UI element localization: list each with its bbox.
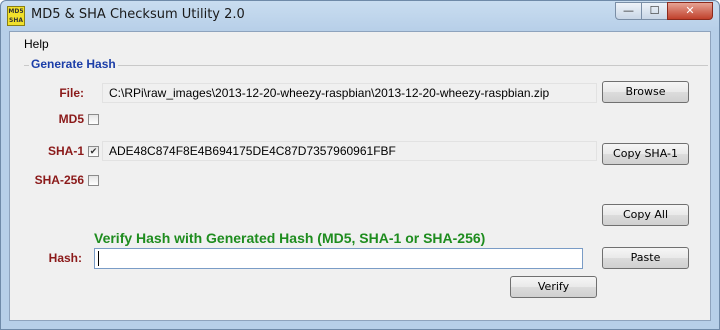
paste-button[interactable]: Paste: [602, 247, 689, 269]
verify-button[interactable]: Verify: [510, 276, 597, 298]
menu-help[interactable]: Help: [24, 37, 49, 51]
browse-button[interactable]: Browse: [602, 81, 689, 103]
app-icon-text-sha: SHA: [9, 17, 23, 24]
generate-hash-group: Generate Hash File: C:\RPi\raw_images\20…: [24, 57, 708, 315]
maximize-button[interactable]: ☐: [641, 2, 668, 20]
sha256-label: SHA-256: [34, 173, 84, 187]
text-caret: [98, 251, 99, 266]
verify-heading: Verify Hash with Generated Hash (MD5, SH…: [94, 230, 486, 246]
md5-checkbox[interactable]: [88, 114, 99, 125]
file-path-field[interactable]: C:\RPi\raw_images\2013-12-20-wheezy-rasp…: [102, 83, 597, 103]
app-window: MD5 SHA MD5 & SHA Checksum Utility 2.0 —…: [0, 0, 720, 330]
maximize-icon: ☐: [649, 4, 660, 17]
app-icon-text-md5: MD5: [8, 8, 24, 15]
close-icon: ✕: [685, 4, 695, 17]
minimize-icon: —: [623, 4, 634, 17]
app-icon: MD5 SHA: [7, 6, 25, 26]
hash-input[interactable]: [94, 248, 583, 269]
title-bar[interactable]: MD5 SHA MD5 & SHA Checksum Utility 2.0 —…: [1, 1, 719, 31]
minimize-button[interactable]: —: [615, 2, 642, 20]
window-title: MD5 & SHA Checksum Utility 2.0: [31, 7, 245, 22]
client-area: Help Generate Hash File: C:\RPi\raw_imag…: [9, 31, 711, 321]
menu-bar: Help: [10, 32, 710, 54]
sha1-checkbox[interactable]: ✔: [88, 146, 99, 157]
group-title: Generate Hash: [29, 57, 118, 71]
close-button[interactable]: ✕: [667, 2, 713, 20]
hash-label: Hash:: [48, 251, 82, 265]
copy-sha1-button[interactable]: Copy SHA-1: [602, 143, 689, 165]
copy-all-button[interactable]: Copy All: [602, 204, 689, 226]
sha1-hash-field[interactable]: ADE48C874F8E4B694175DE4C87D7357960961FBF: [102, 141, 597, 161]
md5-label: MD5: [58, 112, 84, 126]
file-label: File:: [59, 86, 84, 100]
sha1-label: SHA-1: [47, 144, 84, 158]
sha256-checkbox[interactable]: [88, 175, 99, 186]
